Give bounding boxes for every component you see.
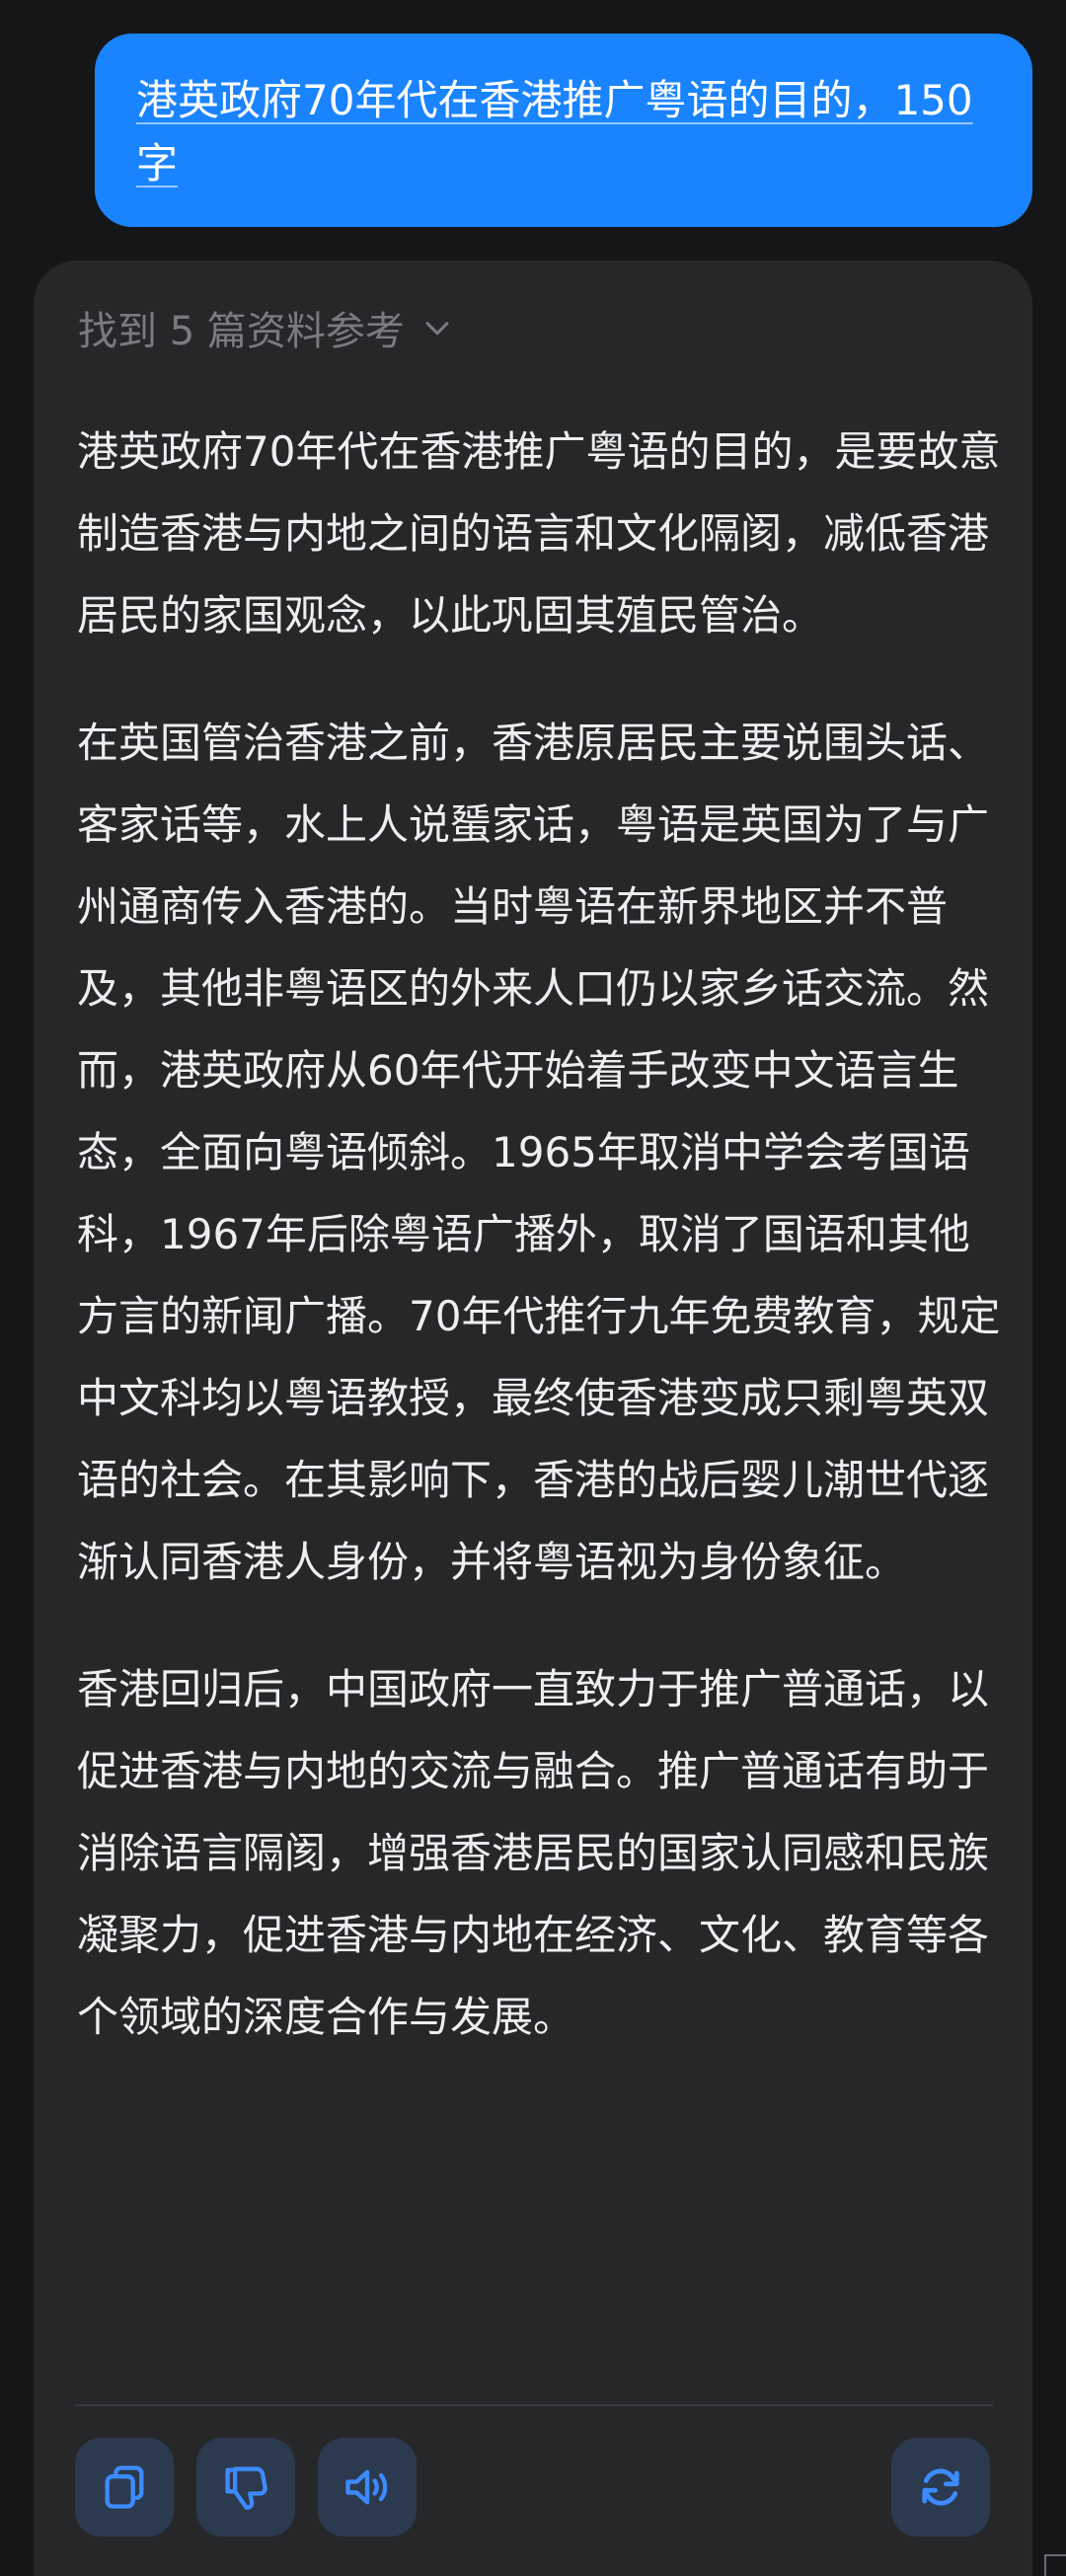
action-divider bbox=[75, 2404, 993, 2406]
answer-paragraph: 港英政府70年代在香港推广粤语的目的，是要故意制造香港与内地之间的语言和文化隔阂… bbox=[77, 427, 1001, 640]
user-message-bubble[interactable]: 港英政府70年代在香港推广粤语的目的，150字 bbox=[95, 34, 1032, 227]
sources-toggle[interactable]: 找到 5 篇资料参考 bbox=[78, 300, 454, 355]
speaker-icon bbox=[345, 2469, 388, 2505]
user-message-text: 港英政府70年代在香港推广粤语的目的，150字 bbox=[136, 76, 973, 188]
thumbs-down-icon bbox=[225, 2466, 267, 2510]
assistant-answer-card: 找到 5 篇资料参考 港英政府70年代在香港推广粤语的目的，是要故意制造香港与内… bbox=[34, 261, 1032, 2576]
answer-body: 港英政府70年代在香港推广粤语的目的，是要故意制造香港与内地之间的语言和文化隔阂… bbox=[77, 411, 1005, 2103]
answer-paragraph: 香港回归后，中国政府一直致力于推广普通话，以促进香港与内地的交流与融合。推广普通… bbox=[77, 1665, 990, 2041]
chevron-down-icon bbox=[425, 322, 449, 336]
regenerate-button[interactable] bbox=[891, 2438, 990, 2537]
dislike-button[interactable] bbox=[196, 2438, 295, 2537]
copy-button[interactable] bbox=[75, 2438, 174, 2537]
chat-screen: 港英政府70年代在香港推广粤语的目的，150字 找到 5 篇资料参考 港英政府7… bbox=[0, 0, 1066, 2576]
refresh-icon bbox=[922, 2468, 959, 2506]
sources-label: 找到 5 篇资料参考 bbox=[78, 309, 405, 354]
answer-paragraph: 在英国管治香港之前，香港原居民主要说围头话、客家话等，水上人说蜑家话，粤语是英国… bbox=[77, 719, 1001, 1586]
read-aloud-button[interactable] bbox=[318, 2438, 417, 2537]
copy-icon bbox=[105, 2465, 144, 2509]
resize-corner bbox=[1044, 2554, 1066, 2576]
